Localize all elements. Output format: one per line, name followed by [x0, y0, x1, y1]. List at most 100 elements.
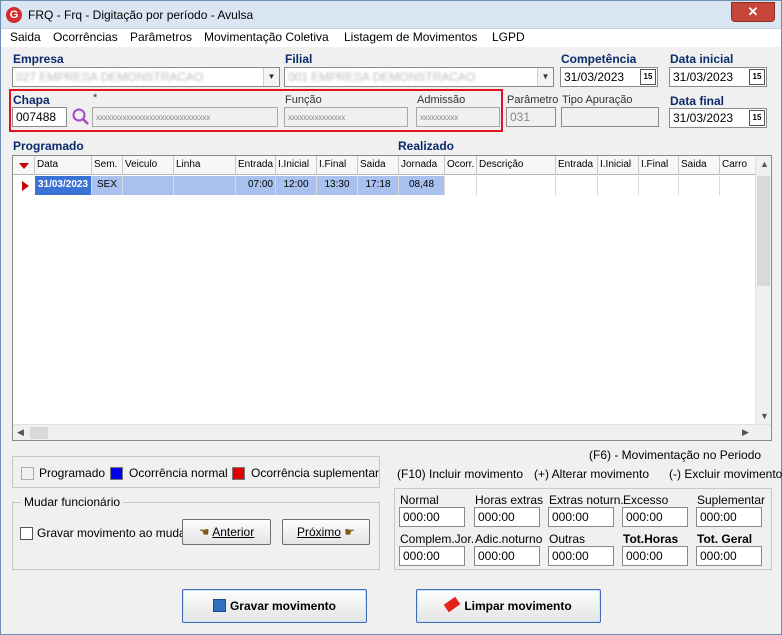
- filial-label: Filial: [285, 52, 313, 66]
- col-i-final[interactable]: I.Final: [317, 156, 358, 175]
- scroll-right-icon[interactable]: ▶: [742, 427, 749, 438]
- cell-ocorr[interactable]: [445, 176, 477, 195]
- adic-noturno-label: Adic.noturno: [475, 532, 543, 546]
- cell-entrada-realizado[interactable]: [556, 176, 598, 195]
- cell-entrada[interactable]: 07:00: [236, 176, 276, 195]
- extras-noturn-field[interactable]: 000:00: [548, 507, 614, 527]
- cell-data[interactable]: 31/03/2023: [35, 176, 92, 195]
- calendar-icon[interactable]: 15: [749, 110, 765, 126]
- chapa-input[interactable]: 007488: [12, 107, 67, 127]
- row-selected-arrow-icon: [22, 181, 29, 191]
- col-data[interactable]: Data: [35, 156, 92, 175]
- gravar-ao-mudar-label: Gravar movimento ao mudar: [37, 526, 190, 540]
- normal-field[interactable]: 000:00: [399, 507, 465, 527]
- cell-i-inicial[interactable]: 12:00: [276, 176, 317, 195]
- cell-i-inicial-realizado[interactable]: [598, 176, 639, 195]
- cell-linha[interactable]: [174, 176, 236, 195]
- suplementar-swatch: [232, 467, 245, 480]
- col-ocorr[interactable]: Ocorr.: [445, 156, 477, 175]
- menu-listagem-movimentos[interactable]: Listagem de Movimentos: [344, 30, 477, 44]
- alterar-shortcut: (+) Alterar movimento: [534, 467, 650, 481]
- col-carro[interactable]: Carro: [720, 156, 756, 175]
- competencia-date-field[interactable]: 31/03/2023 15: [560, 67, 658, 87]
- tot-geral-field[interactable]: 000:00: [696, 546, 762, 566]
- nome-label: *: [93, 92, 98, 104]
- outras-field[interactable]: 000:00: [548, 546, 614, 566]
- empresa-combo[interactable]: 027 EMPRESA DEMONSTRACAO ▼: [12, 67, 280, 87]
- limpar-movimento-button[interactable]: Limpar movimento: [416, 589, 601, 623]
- col-i-final-realizado[interactable]: I.Final: [639, 156, 679, 175]
- excesso-label: Excesso: [623, 493, 669, 507]
- excesso-field[interactable]: 000:00: [622, 507, 688, 527]
- search-icon[interactable]: [71, 107, 91, 127]
- chapa-value: 007488: [16, 110, 57, 124]
- col-jornada[interactable]: Jornada: [399, 156, 445, 175]
- col-saida-realizado[interactable]: Saida: [679, 156, 720, 175]
- menu-parametros[interactable]: Parâmetros: [130, 30, 192, 44]
- gravar-movimento-label: Gravar movimento: [229, 599, 337, 613]
- menu-saida[interactable]: Saida: [10, 30, 41, 44]
- cell-jornada[interactable]: 08,48: [399, 176, 445, 195]
- calendar-icon[interactable]: 15: [749, 69, 765, 85]
- calendar-icon[interactable]: 15: [640, 69, 656, 85]
- col-i-inicial-realizado[interactable]: I.Inicial: [598, 156, 639, 175]
- tot-horas-field[interactable]: 000:00: [622, 546, 688, 566]
- menu-lgpd[interactable]: LGPD: [492, 30, 525, 44]
- col-saida[interactable]: Saida: [358, 156, 399, 175]
- menu-movimentacao-coletiva[interactable]: Movimentação Coletiva: [204, 30, 329, 44]
- suplementar-field[interactable]: 000:00: [696, 507, 762, 527]
- scroll-left-icon[interactable]: ◀: [17, 427, 24, 438]
- col-i-inicial[interactable]: I.Inicial: [276, 156, 317, 175]
- data-final-field[interactable]: 31/03/2023 15: [669, 108, 767, 128]
- cell-saida-realizado[interactable]: [679, 176, 720, 195]
- gravar-ao-mudar-checkbox[interactable]: [20, 527, 33, 540]
- adic-noturno-field[interactable]: 000:00: [474, 546, 540, 566]
- col-entrada[interactable]: Entrada: [236, 156, 276, 175]
- admissao-field: xxxxxxxxxx: [416, 107, 500, 127]
- complem-field[interactable]: 000:00: [399, 546, 465, 566]
- scroll-down-icon[interactable]: ▼: [760, 411, 769, 421]
- data-inicial-field[interactable]: 31/03/2023 15: [669, 67, 767, 87]
- limpar-movimento-label: Limpar movimento: [464, 599, 572, 613]
- data-final-value: 31/03/2023: [673, 111, 734, 125]
- filial-combo[interactable]: 001 EMPRESA DEMONSTRACAO ▼: [284, 67, 554, 87]
- admissao-label: Admissão: [417, 94, 466, 106]
- empresa-value: 027 EMPRESA DEMONSTRACAO: [16, 70, 204, 84]
- horizontal-scroll-thumb[interactable]: [30, 427, 48, 439]
- cell-veiculo[interactable]: [123, 176, 174, 195]
- gravar-movimento-button[interactable]: Gravar movimento: [182, 589, 367, 623]
- vertical-scroll-thumb[interactable]: [757, 176, 770, 286]
- empresa-label: Empresa: [13, 52, 64, 66]
- col-sem[interactable]: Sem.: [92, 156, 123, 175]
- col-veiculo[interactable]: Veiculo: [123, 156, 174, 175]
- cell-i-final[interactable]: 13:30: [317, 176, 358, 195]
- chevron-down-icon[interactable]: ▼: [537, 68, 553, 86]
- proximo-button[interactable]: Próximo ☛: [282, 519, 370, 545]
- horizontal-scrollbar[interactable]: ◀ ▶: [13, 424, 771, 440]
- close-button[interactable]: ✕: [731, 2, 775, 22]
- cell-carro[interactable]: [720, 176, 756, 195]
- cell-i-final-realizado[interactable]: [639, 176, 679, 195]
- vertical-scrollbar[interactable]: ▲ ▼: [755, 156, 771, 425]
- scroll-up-icon[interactable]: ▲: [760, 159, 769, 169]
- chevron-down-icon[interactable]: ▼: [263, 68, 279, 86]
- cell-saida[interactable]: 17:18: [358, 176, 399, 195]
- normal-label: Normal: [400, 493, 439, 507]
- col-linha[interactable]: Linha: [174, 156, 236, 175]
- col-entrada-realizado[interactable]: Entrada: [556, 156, 598, 175]
- normal-swatch: [110, 467, 123, 480]
- col-descricao[interactable]: Descrição: [477, 156, 556, 175]
- menu-bar: Saida Ocorrências Parâmetros Movimentaçã…: [1, 29, 781, 47]
- admissao-value: xxxxxxxxxx: [420, 113, 459, 122]
- cell-sem[interactable]: SEX: [92, 176, 123, 195]
- menu-ocorrencias[interactable]: Ocorrências: [53, 30, 118, 44]
- horas-extras-field[interactable]: 000:00: [474, 507, 540, 527]
- parametro-field: 031: [506, 107, 556, 127]
- cell-descricao[interactable]: [477, 176, 556, 195]
- app-logo-icon: G: [6, 7, 22, 23]
- anterior-button[interactable]: ☚ Anterior: [182, 519, 271, 545]
- movements-grid[interactable]: Data Sem. Veiculo Linha Entrada I.Inicia…: [12, 155, 772, 441]
- horas-extras-label: Horas extras: [475, 493, 544, 507]
- filial-value: 001 EMPRESA DEMONSTRACAO: [288, 70, 476, 84]
- extras-noturn-label: Extras noturn.: [549, 493, 624, 507]
